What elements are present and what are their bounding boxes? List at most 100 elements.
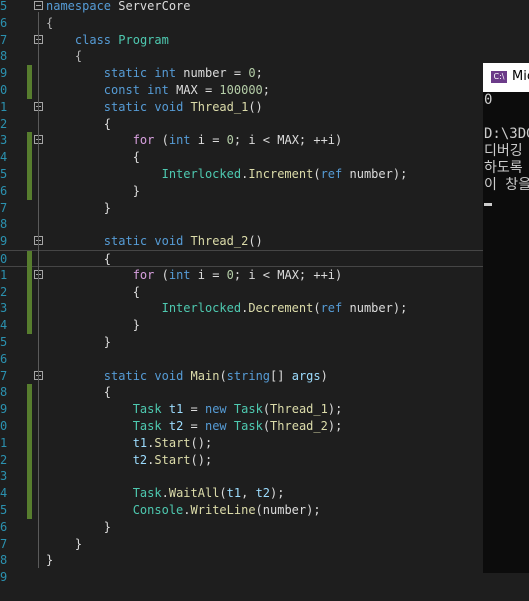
line-number: 5: [0, 335, 8, 349]
code-token: 0: [248, 66, 256, 81]
code-line[interactable]: 0 Task t2 = new Task(Thread_2);: [0, 418, 529, 435]
code-line[interactable]: 1 t1.Start();: [0, 434, 529, 452]
line-number: 9: [0, 234, 8, 249]
change-marker: [27, 182, 32, 200]
code-line[interactable]: 8 {: [0, 48, 529, 65]
code-line[interactable]: 6 }: [0, 519, 529, 536]
line-number: 5: [0, 167, 8, 181]
code-token: int: [147, 83, 169, 97]
code-token: );: [270, 486, 285, 501]
console-titlebar[interactable]: C:\ Mic: [483, 63, 529, 92]
code-token: ): [320, 368, 328, 383]
code-token: (: [262, 419, 271, 433]
code-line[interactable]: 7 }: [0, 200, 529, 217]
code-token: }: [46, 335, 112, 349]
code-line[interactable]: 5 Console.WriteLine(number);: [0, 502, 529, 519]
code-line[interactable]: 5 Interlocked.Increment(ref number);: [0, 166, 529, 183]
code-line[interactable]: 9 static int number = 0;: [0, 65, 529, 83]
collapse-toggle-icon[interactable]: [34, 1, 43, 10]
code-token: (: [154, 133, 169, 148]
code-line[interactable]: 2 {: [0, 283, 529, 301]
code-line[interactable]: 4 Task.WaitAll(t1, t2);: [0, 485, 529, 503]
code-line[interactable]: 3 for (int i = 0; i < MAX; ++i): [0, 132, 529, 150]
code-token: ServerCore: [111, 0, 191, 13]
code-token: t2: [168, 419, 184, 433]
code-line[interactable]: 1 static void Thread_1(): [0, 99, 529, 116]
code-token: ; i < MAX; ++i): [233, 267, 343, 282]
code-line[interactable]: 7 static void Main(string[] args): [0, 368, 529, 385]
code-line[interactable]: 4 }: [0, 317, 529, 335]
code-text: for (int i = 0; i < MAX; ++i): [46, 267, 343, 284]
code-line[interactable]: 3 Interlocked.Decrement(ref number);: [0, 300, 529, 318]
code-line[interactable]: 7 }: [0, 536, 529, 553]
code-token: {: [46, 116, 112, 131]
code-line[interactable]: 3: [0, 468, 529, 486]
code-text: }: [46, 334, 111, 351]
code-token: ref: [320, 167, 343, 181]
code-line[interactable]: 6: [0, 351, 529, 368]
code-token: Interlocked: [161, 167, 242, 181]
code-text: t1.Start();: [46, 435, 213, 452]
line-number: 0: [0, 252, 8, 266]
code-line[interactable]: 5 namespace ServerCore: [0, 0, 529, 15]
console-output-line: 하도록: [484, 160, 523, 176]
code-line[interactable]: 8 {: [0, 384, 529, 402]
code-token: }: [46, 536, 83, 551]
code-line[interactable]: 0 {: [0, 250, 529, 268]
code-token: void: [154, 234, 184, 249]
code-token: number =: [176, 66, 249, 81]
code-line[interactable]: 6 }: [0, 182, 529, 200]
code-line[interactable]: 5 }: [0, 334, 529, 351]
code-line[interactable]: 2 {: [0, 116, 529, 133]
code-text: for (int i = 0; i < MAX; ++i): [46, 132, 343, 149]
code-token: Thread_1: [270, 402, 328, 417]
code-editor[interactable]: 5 namespace ServerCore 6{7 class Program 8 …: [0, 0, 529, 601]
code-token: {: [46, 49, 83, 64]
code-token: Task: [233, 419, 263, 433]
change-marker: [27, 502, 32, 519]
code-line[interactable]: 2 t2.Start();: [0, 451, 529, 469]
code-line[interactable]: 7 class Program: [0, 32, 529, 49]
code-token: {: [46, 385, 112, 400]
code-token: .: [161, 486, 169, 501]
code-text: {: [46, 116, 111, 133]
code-text: t2.Start();: [46, 452, 213, 469]
console-window[interactable]: C:\ Mic 0 D:\3DG 디버깅 하도록 이 창을: [483, 63, 529, 573]
code-token: const: [103, 83, 140, 97]
code-line[interactable]: 8}: [0, 552, 529, 569]
console-title: Mic: [512, 69, 529, 84]
code-line[interactable]: 9 static void Thread_2(): [0, 233, 529, 250]
change-marker: [27, 317, 32, 335]
code-line[interactable]: 8: [0, 216, 529, 233]
line-number: 5: [0, 0, 8, 13]
code-token: Console: [132, 503, 184, 517]
line-number: 8: [0, 49, 8, 64]
change-marker: [27, 251, 32, 268]
code-line[interactable]: 9 Task t1 = new Task(Thread_1);: [0, 401, 529, 419]
code-line[interactable]: 4 {: [0, 149, 529, 167]
line-number: 7: [0, 368, 8, 383]
code-line[interactable]: 9: [0, 569, 529, 586]
code-token: {: [46, 284, 140, 299]
code-line[interactable]: 6{: [0, 15, 529, 32]
code-text: class Program: [46, 32, 169, 49]
code-token: static: [103, 99, 148, 114]
line-number: 2: [0, 452, 8, 467]
code-token: ();: [190, 435, 213, 450]
code-line[interactable]: 1 for (int i = 0; i < MAX; ++i): [0, 266, 529, 284]
code-token: Task: [233, 402, 263, 417]
change-marker: [27, 485, 32, 503]
code-token: Task: [132, 419, 162, 433]
line-number: 8: [0, 553, 8, 568]
code-token: =: [183, 402, 205, 417]
change-marker: [27, 266, 32, 284]
code-token: );: [327, 419, 343, 433]
code-text: }: [46, 536, 82, 553]
code-line[interactable]: 0 const int MAX = 100000;: [0, 82, 529, 99]
